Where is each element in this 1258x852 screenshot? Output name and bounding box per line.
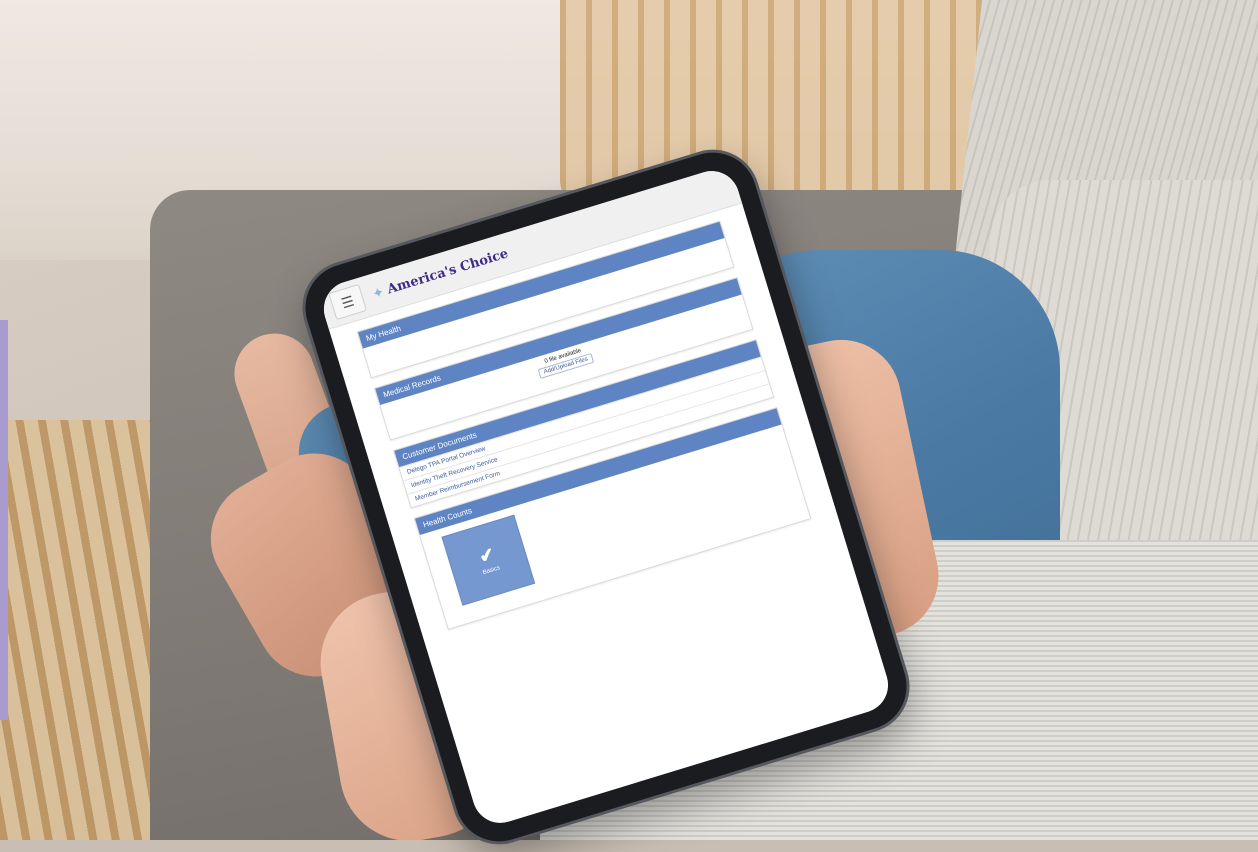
basics-tile[interactable]: ✔ Basics: [441, 514, 536, 606]
rattan-chair-left: [0, 420, 150, 840]
tile-label: Basics: [482, 565, 501, 577]
star-icon: ✦: [370, 282, 386, 302]
accent-bar: [0, 320, 8, 720]
hamburger-icon: ☰: [339, 292, 356, 312]
menu-button[interactable]: ☰: [328, 283, 368, 321]
checkmark-icon: ✔: [476, 543, 498, 568]
